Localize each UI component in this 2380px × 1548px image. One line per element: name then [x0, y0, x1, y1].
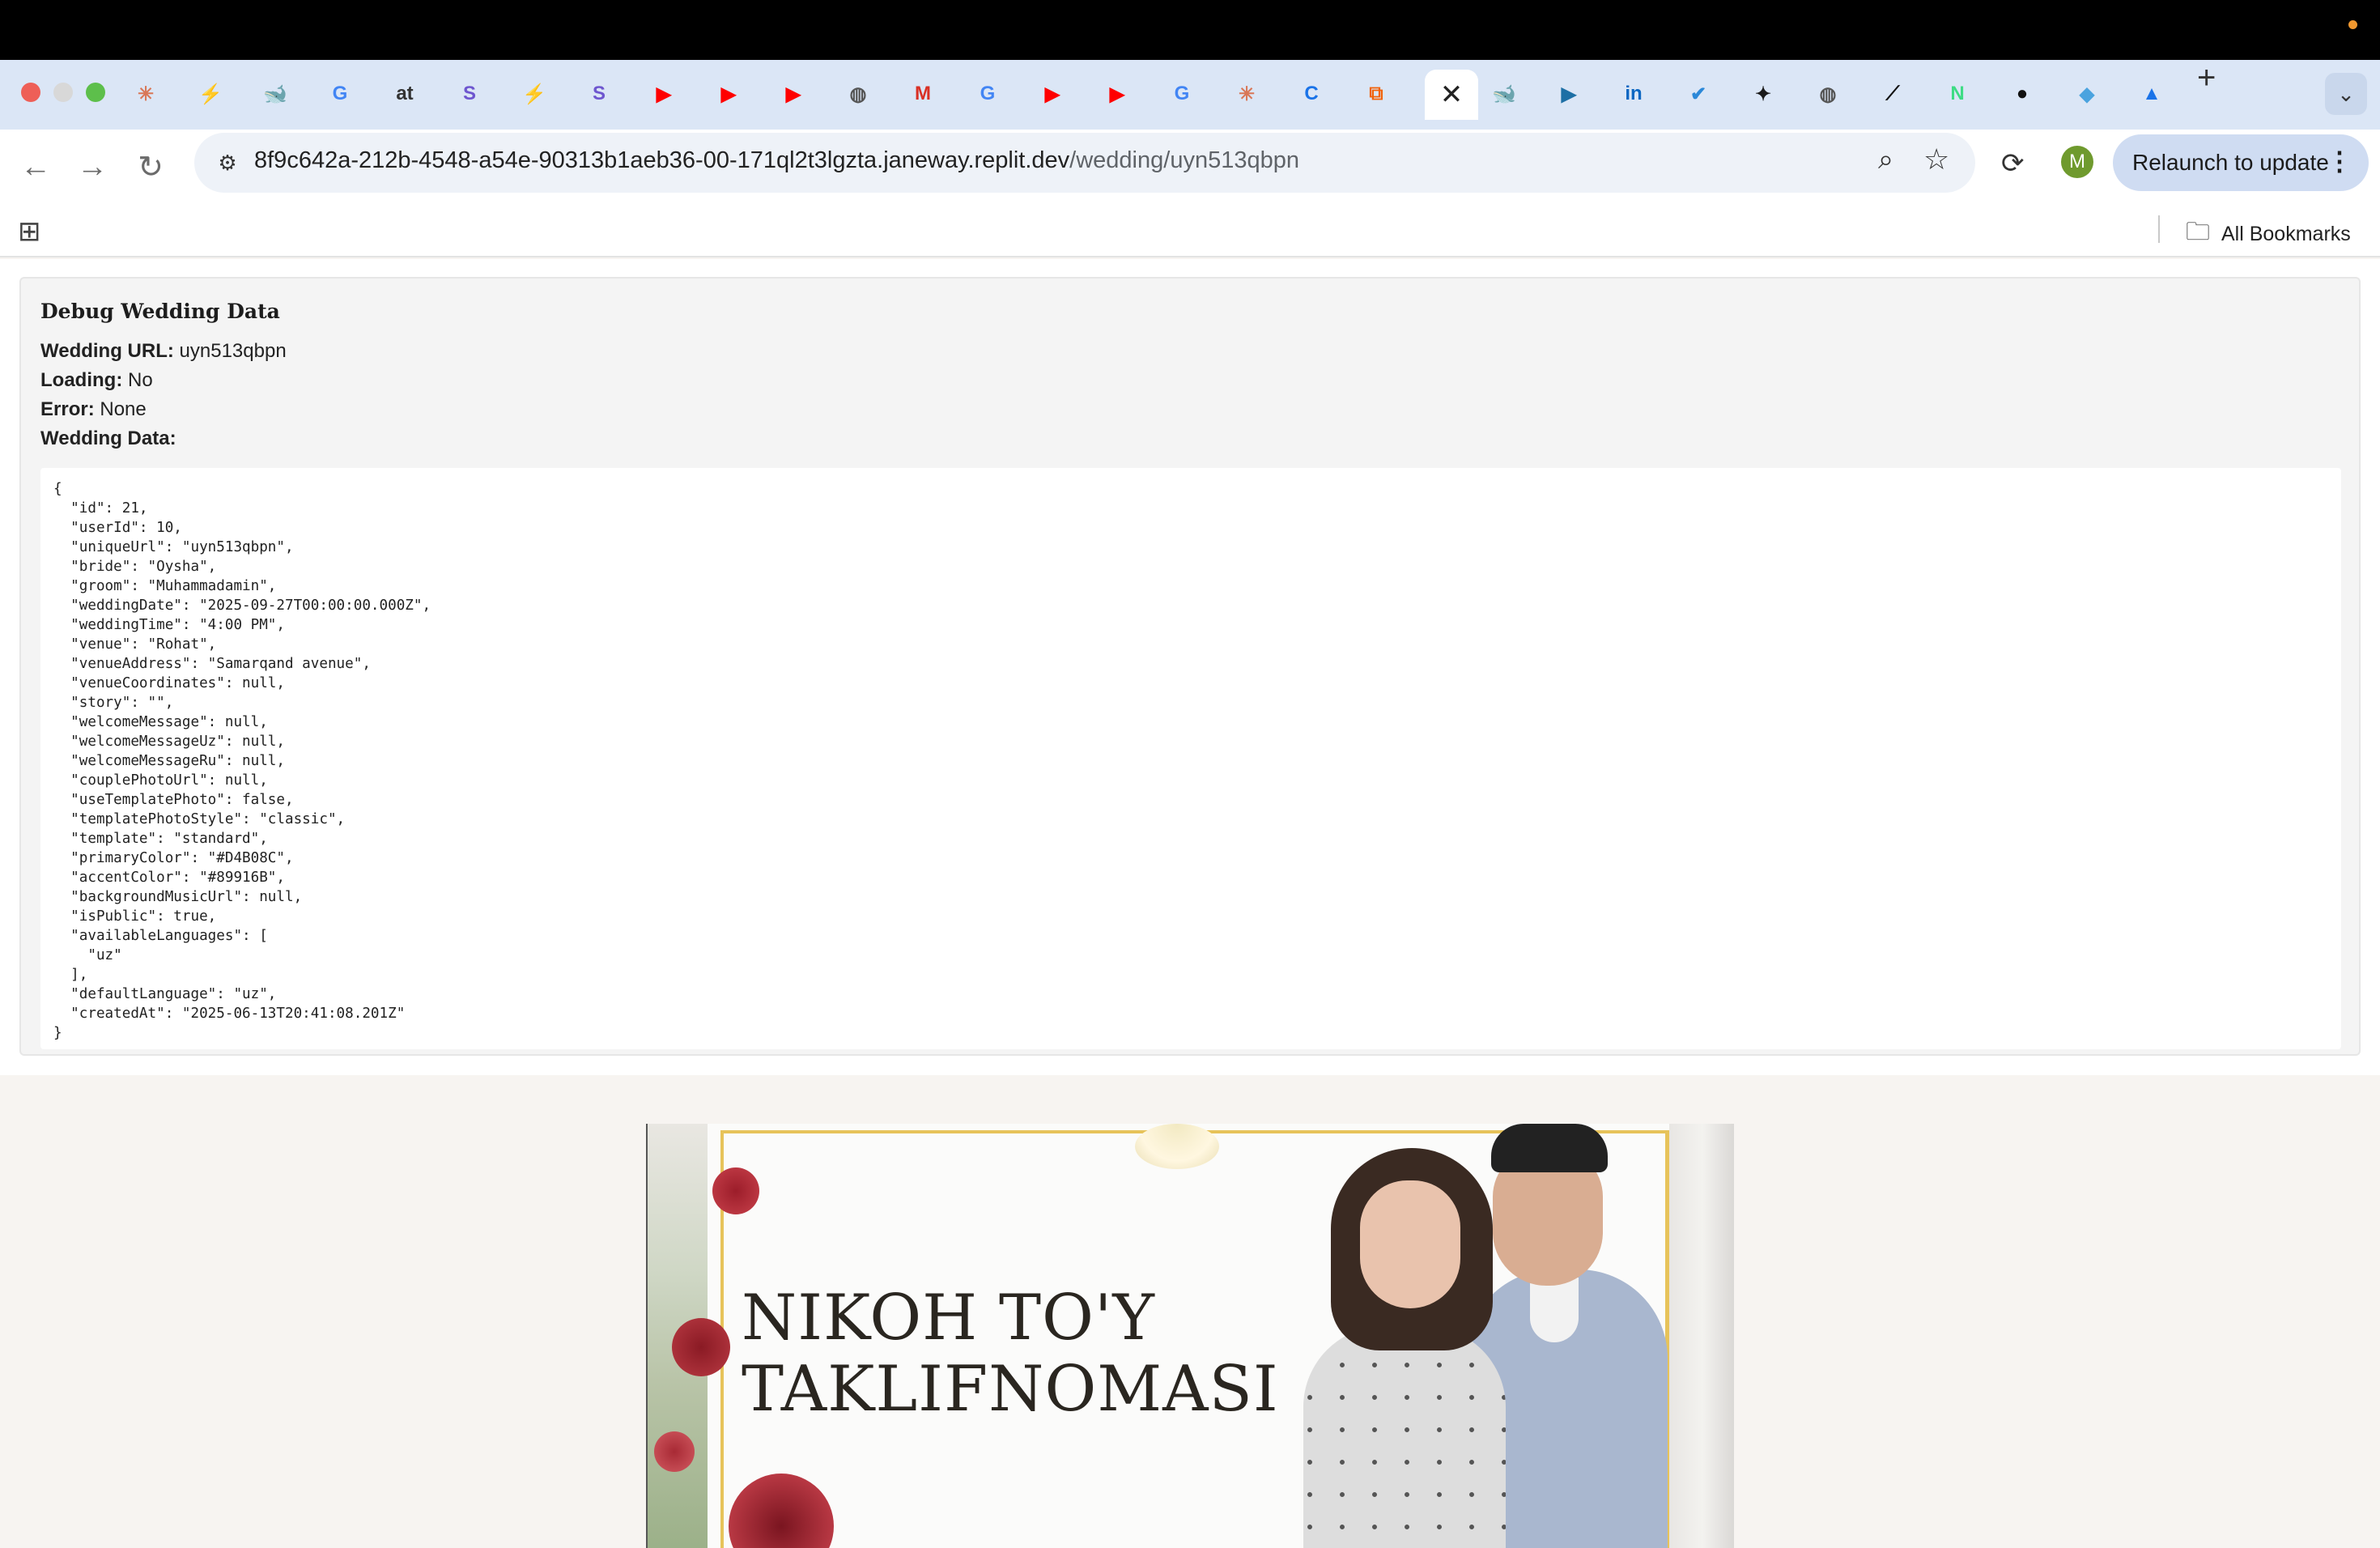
address-bar[interactable]: ⚙ 8f9c642a-212b-4548-a54e-90313b1aeb36-0… — [194, 133, 1975, 193]
gmail-icon[interactable]: M — [907, 78, 939, 110]
folder-icon: 🗀 — [2186, 219, 2210, 245]
extension-icon[interactable]: ✦ — [1747, 78, 1779, 110]
back-button[interactable]: ← — [13, 144, 58, 189]
invitation-card: NIKOH TO'Y TAKLIFNOMASI — [646, 1124, 1734, 1548]
reload-button[interactable]: ↻ — [128, 144, 173, 189]
bolt-icon[interactable]: ⚡ — [194, 78, 227, 110]
link-icon[interactable]: ⟋ — [1876, 78, 1909, 110]
deepseek-icon[interactable]: 🐋 — [259, 78, 291, 110]
extensions-icon[interactable]: ⟳ — [2001, 147, 2025, 180]
c-icon[interactable]: C — [1295, 78, 1328, 110]
wedding-data-label: Wedding Data: — [40, 427, 176, 449]
bride-dress — [1303, 1326, 1506, 1548]
replit-icon[interactable]: ⧉ — [1360, 78, 1392, 110]
menu-kebab-icon[interactable]: ⋮ — [2327, 146, 2352, 176]
error-value: None — [100, 398, 147, 420]
debug-panel: Debug Wedding Data Wedding URL: uyn513qb… — [19, 277, 2361, 1056]
relaunch-label: Relaunch to update — [2132, 150, 2329, 175]
url-host: 8f9c642a-212b-4548-a54e-90313b1aeb36-00-… — [254, 147, 1070, 173]
claude-icon[interactable]: ✳ — [130, 78, 162, 110]
notification-dot — [2348, 20, 2357, 29]
bride-face — [1360, 1180, 1460, 1308]
wedding-data-row: Wedding Data: — [40, 427, 176, 450]
red-rose-decoration — [672, 1318, 730, 1376]
debug-heading: Debug Wedding Data — [40, 300, 280, 323]
invitation-title-line2: TAKLIFNOMASI — [742, 1353, 1279, 1426]
globe-icon[interactable]: ◍ — [1812, 78, 1844, 110]
bookmarks-divider — [2158, 215, 2160, 243]
site-info-icon[interactable]: ⚙ — [209, 144, 246, 181]
invitation-title-line1: NIKOH TO'Y — [742, 1282, 1155, 1354]
linkedin-icon[interactable]: in — [1617, 78, 1650, 110]
red-rose-decoration — [654, 1431, 695, 1472]
bookmark-star-icon[interactable]: ☆ — [1923, 142, 1949, 176]
wedding-url-label: Wedding URL: — [40, 340, 174, 362]
wedding-url-row: Wedding URL: uyn513qbpn — [40, 340, 287, 363]
groom-shirt — [1530, 1278, 1579, 1342]
profile-avatar[interactable]: M — [2061, 146, 2093, 178]
minimize-window-button[interactable] — [53, 83, 73, 102]
google-icon[interactable]: G — [324, 78, 356, 110]
youtube-icon[interactable]: ▶ — [1101, 78, 1133, 110]
relaunch-button[interactable]: Relaunch to update ⋮ — [2113, 134, 2369, 191]
red-rose-decoration — [712, 1167, 759, 1214]
cream-flower-decoration — [1135, 1124, 1219, 1169]
google-icon[interactable]: G — [1166, 78, 1198, 110]
loading-label: Loading: — [40, 369, 123, 391]
zoom-icon[interactable]: ⌕ — [1878, 144, 1893, 176]
forward-button[interactable]: → — [70, 144, 115, 189]
maximize-window-button[interactable] — [86, 83, 105, 102]
loading-value: No — [127, 369, 153, 391]
couple-photo — [1279, 1124, 1671, 1548]
debug-section: Debug Wedding Data Wedding URL: uyn513qb… — [0, 259, 2380, 1075]
at-icon[interactable]: at — [389, 78, 421, 110]
tab-search-button[interactable]: ⌄ — [2325, 73, 2367, 115]
invitation-title: NIKOH TO'Y TAKLIFNOMASI — [742, 1282, 1279, 1425]
diamond-icon[interactable]: ◆ — [2071, 78, 2103, 110]
tab-strip: ✳ ⚡ 🐋 Gat S ⚡ S ▶ ▶ ▶ ◍ M G ▶ ▶ G ✳ C ⧉ ✕ 🐋 ▶ in ✔ ✦ ◍ ⟋ N ● ◆ ▲ + ⌄ — [0, 60, 2380, 130]
deepseek-icon[interactable]: 🐋 — [1488, 78, 1520, 110]
loading-row: Loading: No — [40, 369, 153, 392]
close-window-button[interactable] — [21, 83, 40, 102]
wedding-url-value: uyn513qbpn — [179, 340, 287, 362]
all-bookmarks-label: All Bookmarks — [2221, 223, 2351, 245]
json-text: { "id": 21, "userId": 10, "uniqueUrl": "… — [53, 481, 431, 1041]
youtube-icon[interactable]: ▶ — [777, 78, 810, 110]
menu-bar — [0, 0, 2380, 60]
tab-list: ✳ ⚡ 🐋 Gat S ⚡ S ▶ ▶ ▶ ◍ M G ▶ ▶ G ✳ C ⧉ ✕ 🐋 ▶ in ✔ ✦ ◍ ⟋ N ● ◆ ▲ — [130, 70, 2323, 120]
n-icon[interactable]: N — [1941, 78, 1974, 110]
error-row: Error: None — [40, 398, 147, 421]
google-icon[interactable]: G — [971, 78, 1004, 110]
url-path: /wedding/uyn513qbpn — [1069, 147, 1299, 173]
youtube-icon[interactable]: ▶ — [1036, 78, 1069, 110]
claude-icon[interactable]: ✳ — [1230, 78, 1263, 110]
bookmarks-bar: ⊞ 🗀 All Bookmarks — [0, 207, 2380, 257]
apps-grid-icon[interactable]: ⊞ — [18, 215, 41, 248]
s-icon[interactable]: S — [583, 78, 615, 110]
github-icon[interactable]: ● — [2006, 78, 2038, 110]
browser-toolbar: ← → ↻ ⚙ 8f9c642a-212b-4548-a54e-90313b1a… — [0, 130, 2380, 207]
youtube-icon[interactable]: ▶ — [712, 78, 745, 110]
page-content: Debug Wedding Data Wedding URL: uyn513qb… — [0, 259, 2380, 1548]
url-text[interactable]: 8f9c642a-212b-4548-a54e-90313b1aeb36-00-… — [254, 147, 1299, 174]
new-tab-button[interactable]: + — [2197, 60, 2216, 96]
video-icon[interactable]: ▶ — [1553, 78, 1585, 110]
bolt-icon[interactable]: ⚡ — [518, 78, 550, 110]
globe-icon[interactable]: ◍ — [842, 78, 874, 110]
close-tab-icon[interactable]: ✕ — [1440, 79, 1464, 111]
s-icon[interactable]: S — [453, 78, 486, 110]
groom-hair — [1491, 1124, 1608, 1172]
json-viewer: { "id": 21, "userId": 10, "uniqueUrl": "… — [40, 468, 2341, 1049]
tasks-icon[interactable]: ✔ — [1682, 78, 1715, 110]
curtain-decoration — [1669, 1124, 1734, 1548]
tab-active[interactable]: ✕ — [1425, 70, 1478, 120]
all-bookmarks-button[interactable]: 🗀 All Bookmarks — [2186, 214, 2351, 255]
youtube-icon[interactable]: ▶ — [648, 78, 680, 110]
drive-icon[interactable]: ▲ — [2136, 78, 2168, 110]
error-label: Error: — [40, 398, 95, 420]
